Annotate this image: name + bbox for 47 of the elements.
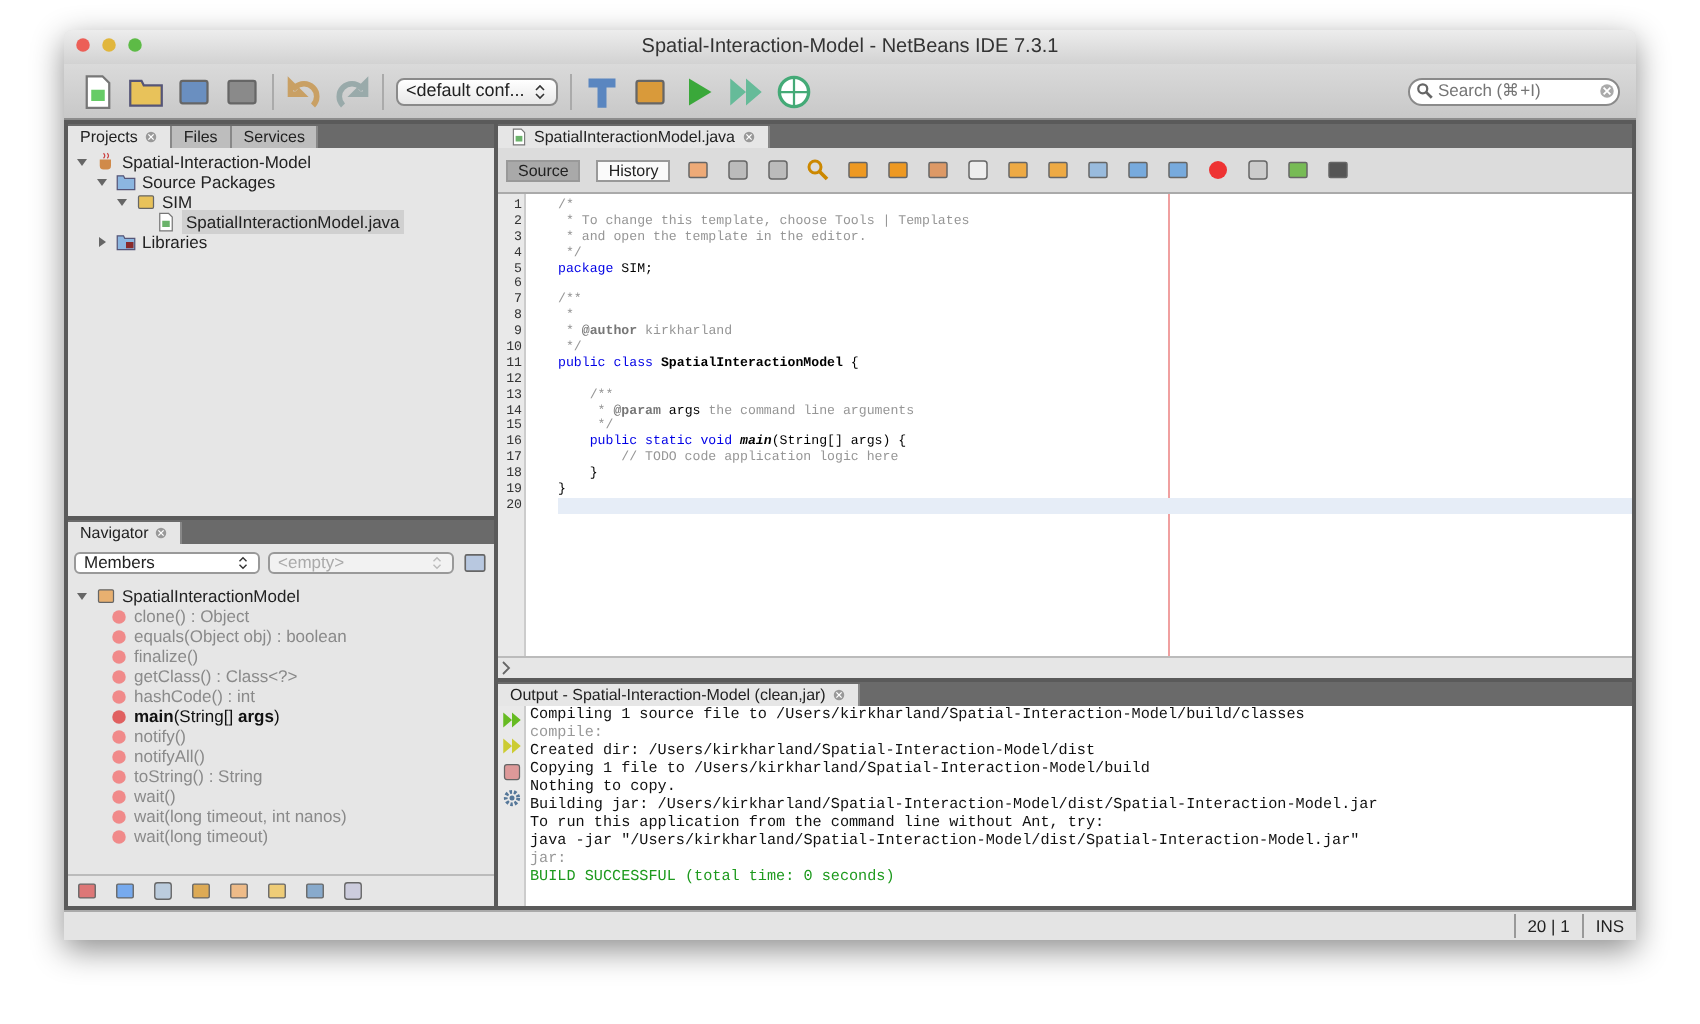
tree-item[interactable]: Libraries [142, 229, 208, 255]
new-file-icon[interactable] [80, 73, 116, 109]
configuration-dropdown[interactable]: <default conf... [396, 77, 559, 105]
close-tab-icon[interactable] [154, 526, 169, 540]
view-tab[interactable]: History [596, 159, 671, 181]
output-tab[interactable]: Output - Spatial-Interaction-Model (clean,jar) [498, 684, 860, 706]
editor-tab[interactable]: SpatialInteractionModel.java [498, 126, 770, 148]
close-window-icon[interactable] [74, 36, 92, 54]
updown-caret-icon [430, 556, 444, 570]
java-file-icon [510, 128, 528, 146]
view-tab[interactable]: Source [506, 159, 581, 181]
panel-tab[interactable]: Files [171, 126, 232, 148]
breadcrumb-chevron-icon[interactable] [498, 660, 514, 676]
panel-tab[interactable]: Services [231, 126, 319, 148]
clear-search-icon[interactable] [1598, 82, 1616, 100]
settings-icon[interactable] [501, 788, 521, 808]
expanded-arrow-icon[interactable] [74, 154, 90, 170]
tree-item[interactable]: SpatialInteractionModel [122, 583, 300, 609]
library-folder-icon [116, 232, 136, 252]
collapsed-arrow-icon[interactable] [94, 234, 110, 250]
window-title: Spatial-Interaction-Model - NetBeans IDE 7.3.1 [641, 34, 1059, 62]
expanded-arrow-icon[interactable] [114, 194, 130, 210]
panel-tab[interactable]: Projects [68, 126, 172, 148]
caret-position: 20 | 1 [1513, 913, 1582, 939]
search-input[interactable]: Search (⌘+I) [1438, 78, 1594, 104]
updown-caret-icon [236, 556, 250, 570]
close-tab-icon[interactable] [741, 130, 756, 144]
record-icon[interactable] [1206, 158, 1231, 182]
java-file-icon [156, 212, 176, 232]
close-tab-icon[interactable] [831, 688, 846, 702]
search-field[interactable]: Search (⌘+I) [1408, 77, 1620, 105]
folder-icon [116, 172, 136, 192]
insert-mode: INS [1581, 913, 1636, 939]
project-cup-icon [96, 152, 116, 172]
expanded-arrow-icon[interactable] [94, 174, 110, 190]
updown-caret-icon [532, 83, 549, 99]
members-dropdown[interactable]: Members [74, 552, 260, 574]
find-icon[interactable] [806, 158, 831, 182]
panel-tab[interactable]: Navigator [68, 522, 183, 544]
tree-item[interactable]: Source Packages [142, 169, 276, 195]
search-icon [1416, 82, 1434, 100]
expanded-arrow-icon[interactable] [74, 588, 90, 604]
member-item[interactable]: main(String[] args) [134, 703, 280, 729]
tree-item[interactable]: SpatialInteractionModel.java [182, 209, 404, 235]
tree-item[interactable]: SIM [162, 189, 193, 215]
close-tab-icon[interactable] [143, 130, 158, 144]
tree-item[interactable]: Spatial-Interaction-Model [122, 149, 311, 175]
